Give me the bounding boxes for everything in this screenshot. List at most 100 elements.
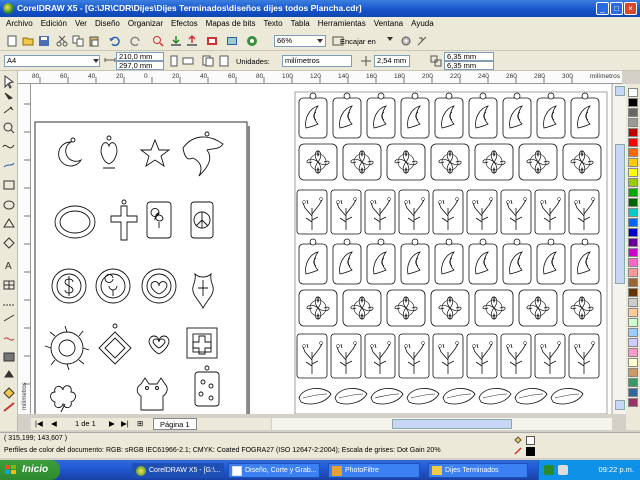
fill-indicator-icon[interactable] [514, 436, 522, 444]
corel-online-icon[interactable] [246, 35, 258, 47]
menu-texto[interactable]: Texto [259, 17, 286, 31]
palette-swatch[interactable] [628, 198, 638, 207]
palette-swatch[interactable] [628, 358, 638, 367]
paper-width-field[interactable]: 210,0 mm [116, 52, 164, 61]
menu-tabla[interactable]: Tabla [287, 17, 314, 31]
palette-swatch[interactable] [628, 158, 638, 167]
palette-swatch[interactable] [628, 188, 638, 197]
fill-color-swatch[interactable] [526, 436, 535, 445]
drawing-canvas[interactable] [31, 84, 611, 414]
palette-swatch[interactable] [628, 378, 638, 387]
outline-color-swatch[interactable] [526, 447, 535, 456]
zoom-dropdown-arrow-icon[interactable] [316, 37, 324, 45]
palette-swatch[interactable] [628, 238, 638, 247]
units-select[interactable]: milímetros [282, 55, 352, 67]
nudge-distance-field[interactable]: 2,54 mm [374, 55, 410, 67]
horizontal-ruler[interactable]: 80 60 40 20 0 20 40 60 80 100 120 140 16… [18, 71, 622, 84]
import-icon[interactable] [170, 35, 182, 47]
duplicate-y-field[interactable]: 6,35 mm [444, 61, 494, 70]
tool-options-icon[interactable] [416, 35, 428, 47]
menu-efectos[interactable]: Efectos [167, 17, 202, 31]
duplicate-x-field[interactable]: 6,35 mm [444, 52, 494, 61]
task-dijes-terminados[interactable]: Dijes Terminados [428, 463, 528, 478]
palette-swatch[interactable] [628, 388, 638, 397]
palette-swatch[interactable] [628, 308, 638, 317]
menu-ayuda[interactable]: Ayuda [407, 17, 438, 31]
maximize-button[interactable]: □ [610, 2, 623, 15]
welcome-screen-icon[interactable] [226, 35, 238, 47]
palette-swatch[interactable] [628, 178, 638, 187]
open-folder-icon[interactable] [22, 35, 34, 47]
close-button[interactable]: × [624, 2, 637, 15]
palette-swatch[interactable] [628, 108, 638, 117]
paper-height-field[interactable]: 297,0 mm [116, 61, 164, 70]
palette-swatch[interactable] [628, 328, 638, 337]
current-page-icon[interactable] [218, 55, 230, 67]
export-icon[interactable] [186, 34, 198, 47]
palette-swatch[interactable] [628, 318, 638, 327]
palette-swatch[interactable] [628, 118, 638, 127]
new-document-icon[interactable] [6, 35, 18, 47]
paper-size-select[interactable]: A4 [4, 55, 100, 67]
snap-to-menu[interactable]: Encajar en [340, 37, 376, 46]
last-page-icon[interactable]: ▶| [121, 418, 129, 430]
palette-swatch[interactable] [628, 258, 638, 267]
vertical-ruler[interactable]: milímetros [18, 84, 31, 414]
menu-diseno[interactable]: Diseño [91, 17, 124, 31]
paper-dropdown-arrow-icon[interactable] [92, 57, 100, 65]
palette-swatch[interactable] [628, 278, 638, 287]
palette-swatch[interactable] [628, 168, 638, 177]
next-page-icon[interactable]: ▶ [109, 418, 115, 430]
options-gear-icon[interactable] [400, 35, 412, 47]
save-icon[interactable] [38, 35, 50, 47]
tray-volume-icon[interactable] [558, 465, 568, 475]
outline-indicator-icon[interactable] [514, 447, 522, 455]
horizontal-scroll-thumb[interactable] [392, 419, 512, 429]
redo-icon[interactable] [130, 35, 142, 47]
first-page-icon[interactable]: |◀ [35, 418, 43, 430]
color-profile-info[interactable]: Perfiles de color del documento: RGB: sR… [4, 447, 441, 454]
coreldraw-app-icon[interactable] [3, 3, 14, 14]
palette-swatch[interactable] [628, 348, 638, 357]
menu-ventana[interactable]: Ventana [370, 17, 407, 31]
scroll-up-button[interactable] [615, 86, 625, 96]
toolbox-icons[interactable]: A [0, 71, 18, 431]
clock[interactable]: 09:22 p.m. [599, 465, 634, 474]
palette-swatch[interactable] [628, 128, 638, 137]
landscape-orientation-icon[interactable] [182, 55, 194, 67]
palette-swatch[interactable] [628, 288, 638, 297]
menu-mapas-de-bits[interactable]: Mapas de bits [202, 17, 260, 31]
copy-icon[interactable] [72, 35, 84, 47]
tray-network-icon[interactable] [544, 465, 554, 475]
minimize-button[interactable]: _ [596, 2, 609, 15]
add-page-icon[interactable]: ⊞ [137, 418, 143, 430]
vertical-scrollbar[interactable] [612, 84, 626, 414]
document-drawing[interactable] [31, 84, 611, 414]
prev-page-icon[interactable]: ◀ [51, 418, 57, 430]
vertical-scroll-thumb[interactable] [615, 144, 625, 284]
application-launcher-icon[interactable] [206, 35, 218, 47]
snap-dropdown-arrow-icon[interactable] [386, 35, 398, 47]
search-content-icon[interactable] [152, 35, 164, 47]
menu-herramientas[interactable]: Herramientas [314, 17, 370, 31]
menu-organizar[interactable]: Organizar [124, 17, 167, 31]
menu-edicion[interactable]: Edición [37, 17, 71, 31]
undo-icon[interactable] [108, 35, 120, 47]
palette-swatch[interactable] [628, 218, 638, 227]
page-tab[interactable]: Página 1 [153, 418, 197, 430]
palette-swatch[interactable] [628, 268, 638, 277]
palette-swatch[interactable] [628, 228, 638, 237]
all-pages-icon[interactable] [202, 55, 214, 67]
palette-swatch[interactable] [628, 398, 638, 407]
palette-swatch[interactable] [628, 298, 638, 307]
palette-swatch[interactable] [628, 148, 638, 157]
horizontal-scrollbar[interactable] [272, 418, 612, 430]
palette-swatch[interactable] [628, 338, 638, 347]
palette-swatch[interactable] [628, 248, 638, 257]
scroll-down-button[interactable] [615, 400, 625, 410]
palette-swatch[interactable] [628, 368, 638, 377]
palette-swatch[interactable] [628, 208, 638, 217]
menu-archivo[interactable]: Archivo [2, 17, 37, 31]
palette-swatch[interactable] [628, 138, 638, 147]
paste-icon[interactable] [88, 35, 100, 47]
